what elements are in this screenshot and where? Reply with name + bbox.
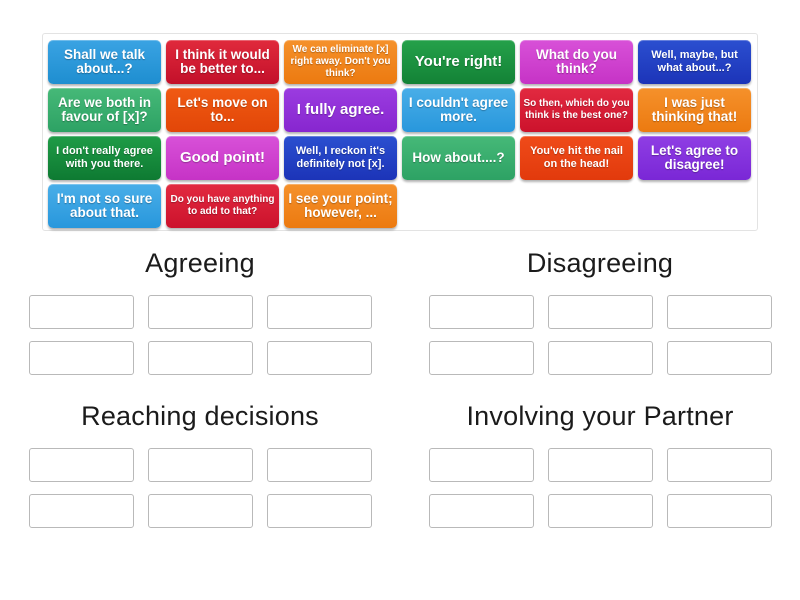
drop-slot[interactable] [266, 341, 372, 375]
tile-row: Shall we talk about...? I think it would … [48, 40, 752, 85]
drop-slot[interactable] [547, 295, 653, 329]
category-reaching: Reaching decisions [0, 401, 400, 528]
word-tile-tray: Shall we talk about...? I think it would … [42, 33, 758, 231]
drop-slot-grid [0, 448, 400, 528]
draggable-tile[interactable]: I fully agree. [284, 88, 397, 132]
draggable-tile[interactable]: What do you think? [520, 40, 633, 84]
drop-slot[interactable] [147, 494, 253, 528]
draggable-tile[interactable]: We can eliminate [x] right away. Don't y… [284, 40, 397, 84]
draggable-tile[interactable]: So then, which do you think is the best … [520, 88, 633, 132]
draggable-tile[interactable]: I'm not so sure about that. [48, 184, 161, 228]
draggable-tile[interactable]: Are we both in favour of [x]? [48, 88, 161, 132]
drop-slot-grid [0, 295, 400, 375]
draggable-tile[interactable]: I think it would be better to... [166, 40, 279, 84]
drop-slot[interactable] [428, 448, 534, 482]
category-title: Disagreeing [526, 248, 674, 278]
drop-slot[interactable] [428, 341, 534, 375]
drop-slot[interactable] [147, 448, 253, 482]
draggable-tile[interactable]: Shall we talk about...? [48, 40, 161, 84]
draggable-tile[interactable]: Do you have anything to add to that? [166, 184, 279, 228]
drop-slot[interactable] [666, 295, 772, 329]
drop-slot[interactable] [428, 295, 534, 329]
draggable-tile[interactable]: I was just thinking that! [638, 88, 751, 132]
draggable-tile[interactable]: You've hit the nail on the head! [520, 136, 633, 180]
category-agreeing: Agreeing [0, 248, 400, 375]
drop-slot[interactable] [28, 448, 134, 482]
category-title: Agreeing [145, 248, 255, 278]
category-disagreeing: Disagreeing [400, 248, 800, 375]
drop-slot[interactable] [547, 494, 653, 528]
draggable-tile[interactable]: I see your point; however, ... [284, 184, 397, 228]
drop-slot[interactable] [666, 494, 772, 528]
drop-slot[interactable] [666, 341, 772, 375]
drop-slot[interactable] [147, 295, 253, 329]
group-sort-activity: Shall we talk about...? I think it would … [0, 0, 800, 600]
draggable-tile[interactable]: Let's agree to disagree! [638, 136, 751, 180]
draggable-tile[interactable]: How about....? [402, 136, 515, 180]
tile-placeholder [638, 184, 751, 228]
draggable-tile[interactable]: Let's move on to... [166, 88, 279, 132]
category-title: Involving your Partner [466, 401, 734, 431]
drop-slot[interactable] [28, 341, 134, 375]
drop-slot-grid [400, 448, 800, 528]
tile-row: Are we both in favour of [x]? Let's move … [48, 88, 752, 133]
draggable-tile[interactable]: You're right! [402, 40, 515, 84]
category-grid: Agreeing Disagreeing Reaching decisions Inv… [0, 248, 800, 528]
drop-slot[interactable] [147, 341, 253, 375]
draggable-tile[interactable]: Good point! [166, 136, 279, 180]
drop-slot-grid [400, 295, 800, 375]
drop-slot[interactable] [428, 494, 534, 528]
drop-slot[interactable] [547, 341, 653, 375]
drop-slot[interactable] [666, 448, 772, 482]
tile-row: I'm not so sure about that. Do you have a… [48, 184, 752, 229]
tile-row: I don't really agree with you there. Good… [48, 136, 752, 181]
drop-slot[interactable] [266, 295, 372, 329]
tile-placeholder [402, 184, 515, 228]
drop-slot[interactable] [266, 448, 372, 482]
drop-slot[interactable] [266, 494, 372, 528]
drop-slot[interactable] [28, 494, 134, 528]
category-title: Reaching decisions [81, 401, 319, 431]
drop-slot[interactable] [547, 448, 653, 482]
drop-slot[interactable] [28, 295, 134, 329]
category-involving: Involving your Partner [400, 401, 800, 528]
draggable-tile[interactable]: Well, maybe, but what about...? [638, 40, 751, 84]
draggable-tile[interactable]: I couldn't agree more. [402, 88, 515, 132]
draggable-tile[interactable]: Well, I reckon it's definitely not [x]. [284, 136, 397, 180]
draggable-tile[interactable]: I don't really agree with you there. [48, 136, 161, 180]
tile-placeholder [520, 184, 633, 228]
